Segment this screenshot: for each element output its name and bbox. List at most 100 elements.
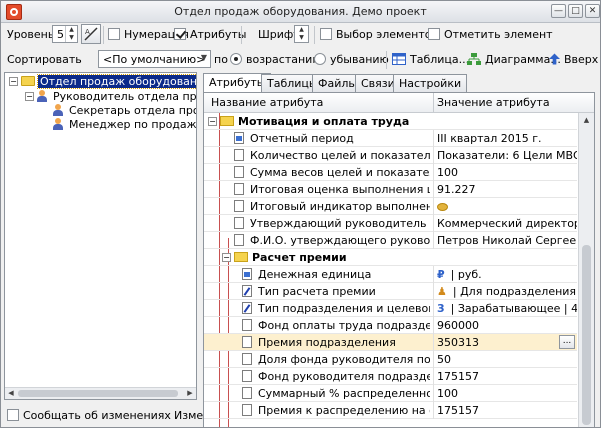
- font-stepper[interactable]: ▲ ▼: [294, 25, 309, 43]
- attributes-grid[interactable]: Название атрибута Значение атрибута − Мот…: [203, 92, 595, 427]
- select-elements-checkbox-box[interactable]: [320, 28, 332, 40]
- scrollbar-thumb[interactable]: [582, 245, 591, 425]
- folder-icon: [234, 252, 248, 262]
- cell-divider: [433, 232, 434, 249]
- sort-asc-radio[interactable]: возрастанию: [230, 53, 322, 66]
- column-header-value[interactable]: Значение атрибута: [437, 96, 550, 109]
- chevron-up-icon[interactable]: ▲: [579, 113, 594, 127]
- table-row[interactable]: Отчетный период III квартал 2015 г.: [204, 130, 577, 147]
- level-stepper-arrows[interactable]: ▲ ▼: [65, 26, 77, 42]
- cell-divider: [433, 147, 434, 164]
- table-row[interactable]: Премия к распределению на осн 175157: [204, 402, 577, 419]
- column-header-name[interactable]: Название атрибута: [211, 96, 323, 109]
- sort-asc-radio-dot[interactable]: [230, 53, 242, 65]
- chevron-up-icon[interactable]: ▲: [66, 26, 77, 34]
- table-row[interactable]: Доля фонда руководителя подразделения 50: [204, 351, 577, 368]
- chevron-down-icon[interactable]: ▼: [66, 34, 77, 42]
- chevron-right-icon[interactable]: ▶: [184, 388, 196, 399]
- maximize-button[interactable]: □: [568, 4, 583, 18]
- attributes-label: Атрибуты: [190, 28, 247, 41]
- mark-element-checkbox-box[interactable]: [428, 28, 440, 40]
- tab-settings[interactable]: Настройки: [393, 74, 468, 92]
- separator: [103, 26, 104, 44]
- tree-node-label: Руководитель отдела продаж: [53, 90, 197, 103]
- collapse-icon[interactable]: −: [25, 92, 34, 101]
- up-button-label: Вверх: [564, 53, 599, 66]
- sort-label: Сортировать: [7, 53, 82, 66]
- mark-element-checkbox[interactable]: Отметить элемент: [428, 28, 553, 41]
- select-elements-checkbox[interactable]: Выбор элементов: [320, 28, 438, 41]
- table-row[interactable]: − Расчет премии: [204, 249, 577, 266]
- edit-value-button[interactable]: ...: [559, 335, 575, 349]
- row-value[interactable]: 350313: [437, 336, 547, 349]
- table-button[interactable]: Таблица...: [392, 53, 469, 66]
- close-button[interactable]: ✕: [585, 4, 600, 18]
- numbering-checkbox-box[interactable]: [108, 28, 120, 40]
- sort-select[interactable]: <По умолчанию> ▼: [98, 50, 211, 68]
- separator: [314, 26, 315, 44]
- table-row[interactable]: Количество целей и показателей Показател…: [204, 147, 577, 164]
- level-stepper[interactable]: 5 ▲ ▼: [52, 25, 78, 43]
- tree-node[interactable]: Менеджер по продажам: [53, 118, 196, 133]
- org-tree[interactable]: − Отдел продаж оборудования − Руководитель…: [4, 72, 197, 400]
- sort-desc-radio[interactable]: убыванию: [314, 53, 389, 66]
- scrollbar-thumb[interactable]: [18, 390, 178, 397]
- row-name: Премия подразделения: [242, 336, 430, 349]
- notify-changes-checkbox[interactable]: Сообщать об изменениях: [7, 409, 171, 422]
- chevron-left-icon[interactable]: ◀: [5, 388, 17, 399]
- table-row[interactable]: Итоговый индикатор выполнения целей: [204, 198, 577, 215]
- collapse-icon[interactable]: −: [222, 253, 231, 262]
- table-row[interactable]: Денежная единица ₽ | руб.: [204, 266, 577, 283]
- table-row[interactable]: Суммарный % распределенного 100: [204, 385, 577, 402]
- diagram-button[interactable]: Диаграмма...: [467, 53, 561, 66]
- changes-label: Изме: [174, 409, 204, 422]
- table-row[interactable]: Сумма весов целей и показателей 100: [204, 164, 577, 181]
- tree-node[interactable]: − Руководитель отдела продаж: [25, 90, 197, 105]
- table-row[interactable]: Тип расчета премии ♟ | Для подразделения …: [204, 283, 577, 300]
- chevron-down-icon[interactable]: ▼: [295, 34, 308, 42]
- cell-divider: [433, 266, 434, 283]
- app-window: Отдел продаж оборудования. Демо проект —…: [0, 0, 601, 428]
- collapse-icon[interactable]: −: [9, 77, 18, 86]
- cell-divider: [433, 368, 434, 385]
- edit-doc-icon: [242, 285, 252, 297]
- level-label: Уровень: [7, 28, 55, 41]
- level-apply-button[interactable]: A: [81, 24, 101, 44]
- svg-text:A: A: [85, 28, 90, 36]
- up-button[interactable]: Вверх: [549, 53, 598, 66]
- table-row[interactable]: Тип подразделения и целевой премии 3| За…: [204, 300, 577, 317]
- tree-node[interactable]: − Отдел продаж оборудования: [9, 74, 196, 90]
- attributes-checkbox-box[interactable]: [174, 28, 186, 40]
- row-name: Тип расчета премии: [242, 285, 430, 298]
- sort-desc-radio-dot[interactable]: [314, 53, 326, 65]
- grid-header: Название атрибута Значение атрибута: [204, 93, 594, 113]
- table-row[interactable]: − Мотивация и оплата труда: [204, 113, 577, 130]
- table-row[interactable]: Ф.И.О. утверждающего руководителя Петров…: [204, 232, 577, 249]
- row-name: Количество целей и показателей: [234, 149, 430, 162]
- level-value: 5: [57, 28, 64, 41]
- chevron-up-icon[interactable]: ▲: [295, 26, 308, 34]
- number-three-icon: 3: [437, 302, 445, 315]
- row-value: 50: [437, 353, 451, 366]
- table-row[interactable]: Фонд оплаты труда подразделения 960000: [204, 317, 577, 334]
- chevron-down-icon[interactable]: ▼: [201, 53, 207, 62]
- notify-changes-checkbox-box[interactable]: [7, 409, 19, 421]
- tree-node[interactable]: Секретарь отдела продаж: [53, 104, 196, 119]
- attributes-checkbox[interactable]: Атрибуты: [174, 28, 246, 41]
- table-row[interactable]: Фонд руководителя подразделения 175157: [204, 368, 577, 385]
- font-stepper-arrows[interactable]: ▲ ▼: [295, 26, 308, 42]
- select-elements-label: Выбор элементов: [336, 28, 438, 41]
- tree-horizontal-scrollbar[interactable]: ◀ ▶: [5, 387, 196, 399]
- column-divider[interactable]: [433, 93, 434, 113]
- table-row-selected[interactable]: Премия подразделения 350313 ...: [204, 334, 577, 351]
- folder-icon: [220, 116, 234, 126]
- minimize-button[interactable]: —: [551, 4, 566, 18]
- grid-vertical-scrollbar[interactable]: ▲: [578, 113, 594, 427]
- table-row[interactable]: Утверждающий руководитель Коммерческий д…: [204, 215, 577, 232]
- cell-divider: [433, 130, 434, 147]
- document-icon: [234, 183, 244, 195]
- collapse-icon[interactable]: −: [208, 117, 217, 126]
- document-icon: [242, 319, 252, 331]
- document-icon: [234, 217, 244, 229]
- table-row[interactable]: Итоговая оценка выполнения целей 91.227: [204, 181, 577, 198]
